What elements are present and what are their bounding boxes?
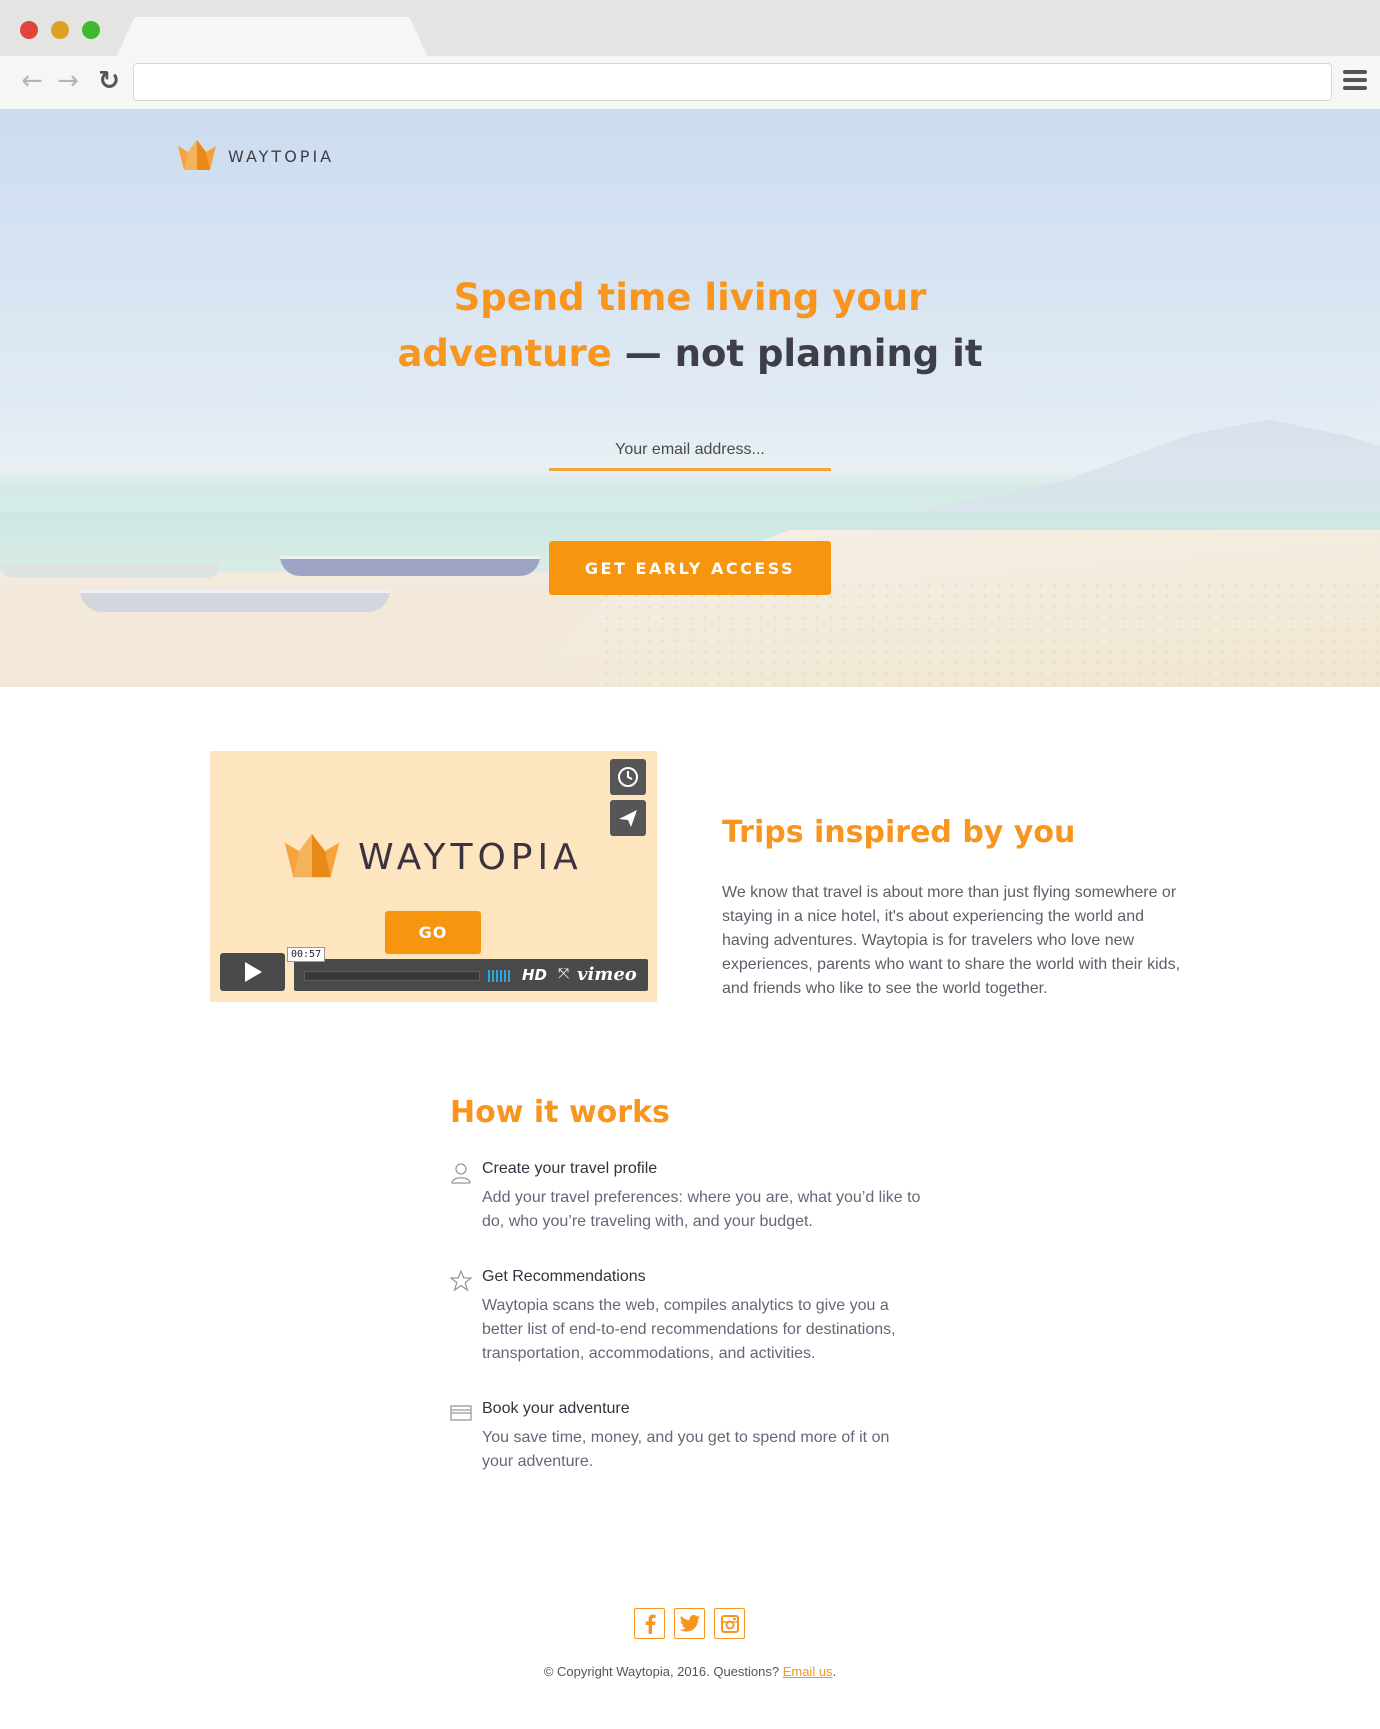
reload-icon[interactable]: ↻	[95, 67, 123, 95]
close-window-button[interactable]	[20, 21, 38, 39]
play-button[interactable]	[220, 953, 285, 991]
vimeo-logo[interactable]: vimeo	[577, 964, 637, 985]
step-description: You save time, money, and you get to spe…	[482, 1429, 890, 1470]
logo-text: WAYTOPIA	[228, 146, 335, 166]
step-description: Waytopia scans the web, compiles analyti…	[482, 1297, 896, 1362]
step-title: Get Recommendations	[482, 1268, 646, 1285]
trips-description: We know that travel is about more than j…	[722, 884, 1181, 997]
arrow-right-icon[interactable]: →	[54, 67, 82, 95]
hero-overlay	[0, 110, 1380, 687]
paper-plane-icon	[619, 810, 637, 827]
credit-card-icon	[450, 1405, 472, 1421]
step-description: Add your travel preferences: where you a…	[482, 1189, 921, 1230]
hero-section: WAYTOPIA Spend time living your adventur…	[0, 110, 1380, 687]
star-icon	[450, 1270, 472, 1292]
hero-headline: Spend time living your adventure — not p…	[390, 270, 990, 382]
hamburger-menu-icon[interactable]	[1343, 70, 1367, 92]
site-logo[interactable]: WAYTOPIA	[178, 140, 334, 172]
twitter-icon[interactable]	[674, 1608, 705, 1639]
trips-heading: Trips inspired by you	[722, 815, 1076, 850]
facebook-icon[interactable]	[634, 1608, 665, 1639]
email-us-link[interactable]: Email us	[783, 1664, 833, 1679]
hero-headline-rest: — not planning it	[611, 332, 983, 375]
arrow-left-icon[interactable]: ←	[18, 67, 46, 95]
copyright-end: .	[832, 1664, 837, 1679]
minimize-window-button[interactable]	[51, 21, 69, 39]
copyright-text: © Copyright Waytopia, 2016. Questions? E…	[0, 1664, 1380, 1679]
how-it-works-heading: How it works	[450, 1095, 670, 1130]
fullscreen-icon[interactable]: ⤧	[558, 966, 569, 982]
video-logo-text: WAYTOPIA	[358, 836, 583, 878]
copyright-label: © Copyright Waytopia, 2016. Questions?	[543, 1664, 783, 1679]
video-time-tooltip: 00:57	[287, 947, 326, 962]
browser-tab[interactable]	[116, 17, 428, 57]
instagram-icon[interactable]	[714, 1608, 745, 1639]
browser-titlebar	[0, 0, 1380, 57]
video-logo: WAYTOPIA	[284, 834, 583, 880]
step-title: Book your adventure	[482, 1400, 630, 1417]
play-icon	[244, 962, 262, 982]
volume-icon[interactable]	[488, 970, 510, 982]
video-progress-track[interactable]	[304, 971, 480, 981]
page: WAYTOPIA Spend time living your adventur…	[0, 110, 1380, 1729]
video-player[interactable]: WAYTOPIA GO HD ⤧ vimeo 00:57	[210, 751, 657, 1002]
video-controls-bar: HD ⤧ vimeo	[294, 959, 648, 991]
step-title: Create your travel profile	[482, 1160, 658, 1177]
watch-later-button[interactable]	[610, 759, 646, 795]
share-button[interactable]	[610, 800, 646, 836]
clock-icon	[618, 767, 638, 787]
get-early-access-button[interactable]: GET EARLY ACCESS	[549, 541, 831, 595]
address-bar[interactable]	[133, 63, 1332, 101]
hd-toggle[interactable]: HD	[522, 966, 547, 984]
maximize-window-button[interactable]	[82, 21, 100, 39]
waytopia-logo-icon	[284, 834, 340, 878]
video-go-button[interactable]: GO	[385, 911, 481, 954]
user-icon	[451, 1163, 471, 1184]
email-input[interactable]	[549, 431, 831, 471]
waytopia-logo-icon	[178, 140, 216, 170]
